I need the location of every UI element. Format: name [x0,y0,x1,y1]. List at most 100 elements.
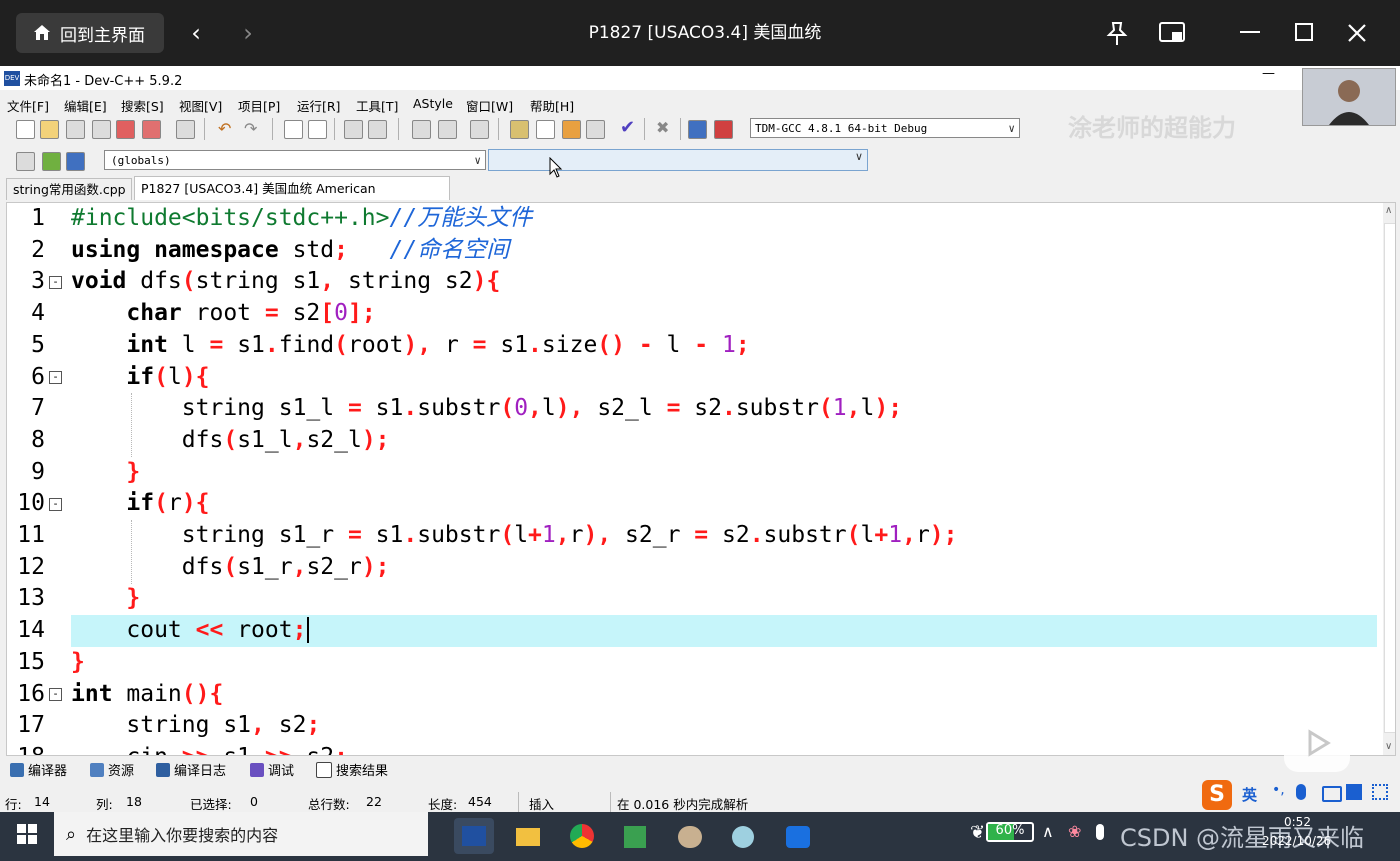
code-symbol: ( [500,395,515,422]
fold-toggle-icon[interactable]: - [49,371,62,384]
stop-icon[interactable]: ✖ [656,118,669,137]
punctuation-icon[interactable]: •, [1272,782,1285,798]
status-col-label: 列: [96,797,113,812]
line-number: 9 [31,458,45,485]
save-icon[interactable] [66,120,85,139]
sogou-logo-icon[interactable]: S [1202,780,1232,810]
goto-bookmark-icon[interactable] [438,120,457,139]
skin-icon[interactable] [1346,784,1362,800]
menu-tools[interactable]: 工具[T] [356,96,398,115]
unindent-icon[interactable] [368,120,387,139]
replace-icon[interactable] [308,120,327,139]
menu-help[interactable]: 帮助[H] [530,96,574,115]
minimize-icon[interactable] [1240,31,1260,33]
chevron-up-icon[interactable]: ∧ [1042,822,1054,841]
insert-code-icon[interactable] [16,152,35,171]
code-number: 1 [888,522,903,548]
status-selected: 0 [250,794,258,809]
code-symbol: + [874,522,889,548]
scroll-down-icon[interactable]: ∨ [1385,741,1392,752]
paint-icon[interactable] [670,818,710,854]
mic-tray-icon[interactable] [1096,824,1104,840]
delete-profile-icon[interactable] [714,120,733,139]
function-select[interactable]: ∨ [488,149,868,171]
forward-arrow-icon[interactable]: › [233,18,263,48]
rebuild-icon[interactable] [586,120,605,139]
image-viewer-icon[interactable] [616,818,656,854]
code-symbol: ), [555,395,584,422]
app-blue-icon[interactable] [778,818,818,854]
bookmark-icon[interactable] [412,120,431,139]
scope-select[interactable]: (globals) ∨ [104,150,486,170]
scroll-up-icon[interactable]: ∧ [1385,205,1392,216]
new-file-icon[interactable] [16,120,35,139]
compiler-select[interactable]: TDM-GCC 4.8.1 64-bit Debug ∨ [750,118,1020,138]
code-symbol: } [126,585,141,612]
back-arrow-icon[interactable]: ‹ [181,18,211,48]
scrollbar-thumb[interactable] [1384,223,1395,733]
tab-resources[interactable]: 资源 [90,760,134,779]
menu-astyle[interactable]: AStyle [413,96,453,111]
flower-icon[interactable]: ❀ [1068,822,1081,841]
fold-toggle-icon[interactable]: - [49,276,62,289]
tab-p1827[interactable]: P1827 [USACO3.4] 美国血统 American Heritage.… [134,176,450,220]
menu-project[interactable]: 项目[P] [238,96,280,115]
code-token: s1 [223,331,265,358]
menu-search[interactable]: 搜索[S] [121,96,164,115]
menu-file[interactable]: 文件[F] [7,96,49,115]
open-file-icon[interactable] [40,120,59,139]
window-titlebar: DEV 未命名1 - Dev-C++ 5.9.2 — [0,66,1400,90]
tab-search-results[interactable]: 搜索结果 [316,760,388,779]
save-all-icon[interactable] [92,120,111,139]
code-symbol: [ [320,300,335,327]
tab-compiler[interactable]: 编译器 [10,760,67,779]
toolbox-icon[interactable] [1372,784,1388,800]
menu-view[interactable]: 视图[V] [179,96,222,115]
leaf-icon[interactable]: ❦ [970,822,985,843]
undo-icon[interactable]: ↶ [218,119,231,138]
fold-toggle-icon[interactable]: - [49,688,62,701]
ime-lang[interactable]: 英 [1242,784,1257,805]
tab-compile-log[interactable]: 编译日志 [156,760,226,779]
pip-icon[interactable] [1158,20,1188,46]
toggle-breakpoint-icon[interactable] [42,152,61,171]
status-lines: 22 [366,794,382,809]
mic-icon[interactable] [1296,784,1306,800]
keyboard-icon[interactable] [1322,786,1342,802]
class-browser-icon[interactable] [66,152,85,171]
devcpp-taskbar-icon[interactable] [454,818,494,854]
profile-icon[interactable] [688,120,707,139]
compile-icon[interactable] [510,120,529,139]
play-overlay-button[interactable] [1284,712,1350,772]
compile-run-icon[interactable] [562,120,581,139]
taskbar-search[interactable]: ⌕ 在这里输入你要搜索的内容 [54,812,428,856]
close-all-icon[interactable] [142,120,161,139]
syntax-check-icon[interactable]: ✔ [620,117,635,138]
code-token: s1_r [264,522,348,548]
fold-toggle-icon[interactable]: - [49,498,62,511]
run-icon[interactable] [536,120,555,139]
redo-icon[interactable]: ↷ [244,119,257,138]
menu-window[interactable]: 窗口[W] [466,96,513,115]
file-explorer-icon[interactable] [508,818,548,854]
close-icon[interactable] [1346,22,1368,44]
code-symbol: . [264,331,279,358]
code-editor[interactable]: 1 2 3 4 5 6 7 8 9 10 11 12 13 14 15 16 1… [6,202,1396,756]
chrome-icon[interactable] [562,818,602,854]
status-divider [518,792,519,812]
close-file-icon[interactable] [116,120,135,139]
tab-string-functions[interactable]: string常用函数.cpp [6,178,132,200]
comment-icon[interactable] [470,120,489,139]
maximize-icon[interactable] [1295,23,1313,41]
home-button[interactable]: 回到主界面 [16,13,164,53]
menu-edit[interactable]: 编辑[E] [64,96,107,115]
snipping-tool-icon[interactable] [724,818,764,854]
tab-debug[interactable]: 调试 [250,760,294,779]
print-icon[interactable] [176,120,195,139]
menu-run[interactable]: 运行[R] [297,96,340,115]
windows-start-icon[interactable] [16,823,38,845]
pin-icon[interactable] [1103,20,1131,48]
window-minimize-icon[interactable]: — [1262,66,1275,81]
indent-icon[interactable] [344,120,363,139]
find-icon[interactable] [284,120,303,139]
